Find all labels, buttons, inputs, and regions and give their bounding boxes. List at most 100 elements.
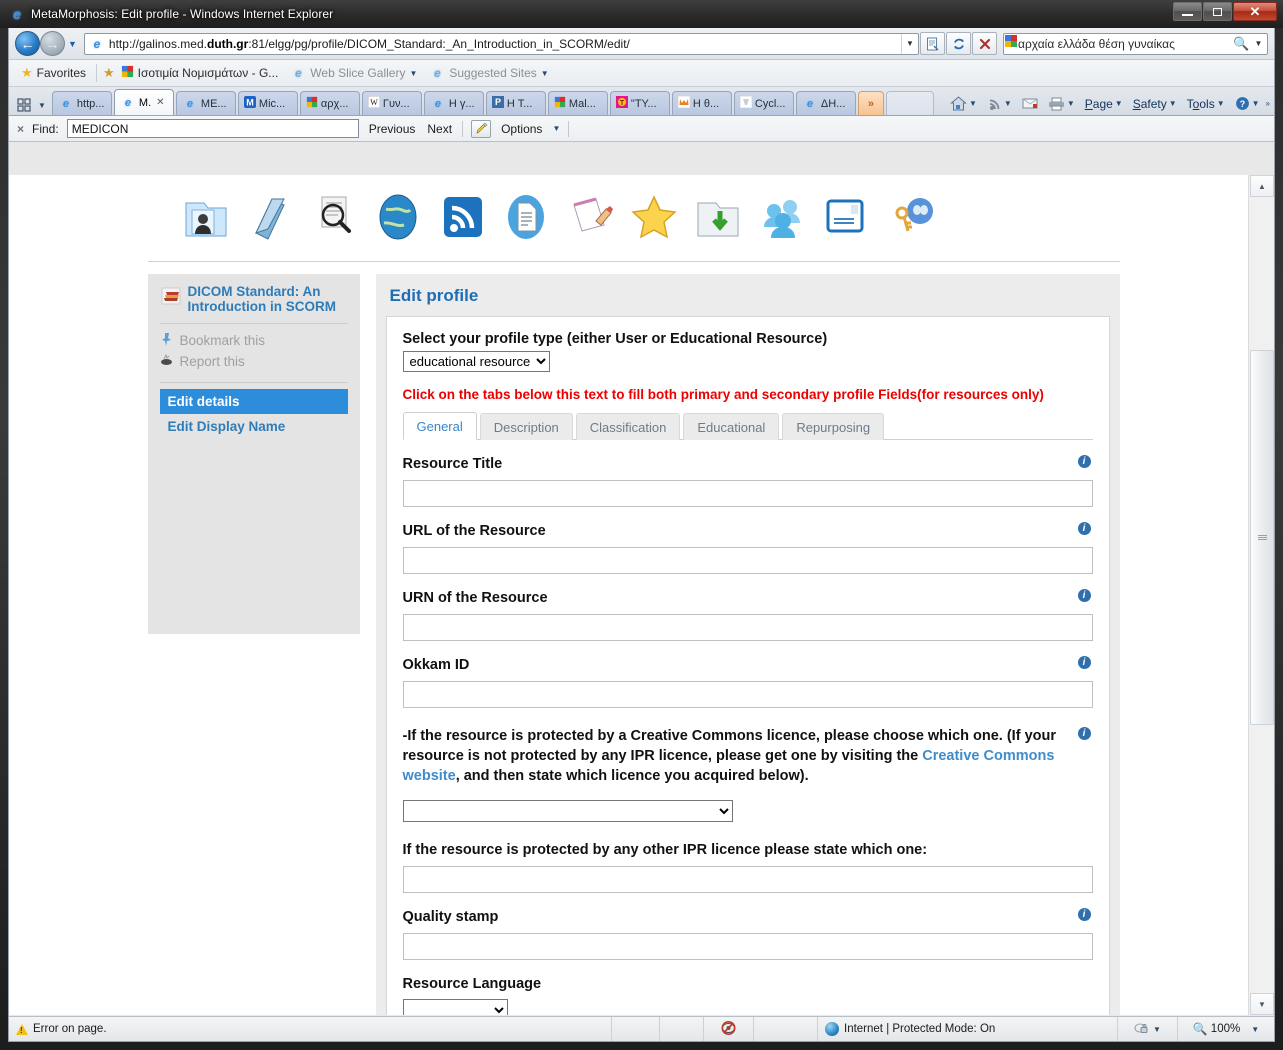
- document-icon[interactable]: [498, 189, 554, 245]
- privacy-cell[interactable]: ▼: [1118, 1017, 1178, 1041]
- tab-http[interactable]: e http...: [51, 91, 112, 115]
- new-tab-button[interactable]: [885, 91, 934, 115]
- report-this-action[interactable]: Report this: [160, 351, 348, 372]
- notepad-pencil-icon[interactable]: [562, 189, 618, 245]
- tab-mic[interactable]: M Mic...: [237, 91, 298, 115]
- favorites-button[interactable]: ★ Favorites: [15, 63, 92, 83]
- find-input[interactable]: MEDICON: [66, 119, 359, 138]
- popup-blocked-cell[interactable]: [704, 1017, 754, 1041]
- tab-metamorphosis[interactable]: e M. ✕: [113, 89, 174, 115]
- tab-me[interactable]: e ME...: [175, 91, 236, 115]
- tab-i-t[interactable]: P Η Τ...: [485, 91, 546, 115]
- find-close-icon[interactable]: ×: [17, 122, 24, 136]
- sidebar-item-edit-details[interactable]: Edit details: [159, 389, 348, 414]
- tab-description[interactable]: Description: [479, 413, 573, 440]
- recent-pages-dropdown-icon[interactable]: ▼: [68, 39, 77, 49]
- forward-button[interactable]: →: [40, 31, 65, 56]
- tab-educational[interactable]: Educational: [683, 413, 780, 440]
- chevron-down-icon[interactable]: ▼: [1251, 1025, 1259, 1034]
- resource-title-input[interactable]: [402, 480, 1093, 507]
- compatibility-view-icon[interactable]: [920, 32, 945, 55]
- tab-general[interactable]: General: [402, 412, 477, 440]
- command-bar-overflow-icon[interactable]: »: [1266, 99, 1270, 108]
- favorites-item-isotimia[interactable]: Ισοτιμία Νομισμάτων - G...: [115, 63, 285, 83]
- minimize-button[interactable]: [1173, 2, 1202, 21]
- creative-commons-select[interactable]: [402, 800, 733, 822]
- stop-button[interactable]: [972, 32, 997, 55]
- chevron-down-icon[interactable]: ▼: [541, 69, 549, 78]
- help-menu-button[interactable]: ? ▼: [1231, 94, 1264, 113]
- globe-icon[interactable]: [370, 189, 426, 245]
- address-bar[interactable]: e http://galinos.med.duth.gr:81/elgg/pg/…: [83, 32, 919, 55]
- info-icon[interactable]: i: [1077, 727, 1091, 740]
- bookmark-this-action[interactable]: Bookmark this: [160, 330, 348, 351]
- find-options-button[interactable]: Options: [499, 122, 544, 136]
- rss-feed-icon[interactable]: [434, 189, 490, 245]
- tab-close-icon[interactable]: ✕: [156, 97, 164, 108]
- chevron-down-icon[interactable]: ▼: [1217, 99, 1225, 108]
- tab-classification[interactable]: Classification: [575, 413, 681, 440]
- chevron-down-icon[interactable]: ▼: [409, 69, 417, 78]
- other-ipr-input[interactable]: [402, 866, 1093, 893]
- close-button[interactable]: ✕: [1233, 2, 1277, 21]
- quality-stamp-input[interactable]: [402, 933, 1093, 960]
- tab-i-g[interactable]: e Η γ...: [423, 91, 484, 115]
- okkam-id-input[interactable]: [402, 681, 1093, 708]
- back-button[interactable]: ←: [15, 31, 40, 56]
- search-magnifier-icon[interactable]: [306, 189, 362, 245]
- security-zone-cell[interactable]: Internet | Protected Mode: On: [818, 1017, 1118, 1041]
- chevron-down-icon[interactable]: ▼: [1004, 99, 1012, 108]
- feeds-button[interactable]: ▼: [983, 95, 1016, 113]
- card-icon[interactable]: [818, 189, 874, 245]
- group-users-icon[interactable]: [754, 189, 810, 245]
- star-icon[interactable]: [626, 189, 682, 245]
- find-next-button[interactable]: Next: [425, 122, 454, 136]
- tab-list-dropdown-icon[interactable]: ▼: [38, 101, 46, 110]
- tools-menu-button[interactable]: Tools ▼: [1183, 95, 1229, 113]
- profile-type-select[interactable]: educational resource: [402, 351, 550, 372]
- info-icon[interactable]: i: [1077, 908, 1091, 921]
- tab-i-th[interactable]: Η θ...: [671, 91, 732, 115]
- chevron-down-icon[interactable]: ▼: [552, 124, 560, 133]
- tab-arx[interactable]: αρχ...: [299, 91, 360, 115]
- info-icon[interactable]: i: [1077, 455, 1091, 468]
- home-button[interactable]: ▼: [946, 94, 981, 113]
- tab-ty[interactable]: T "ΤΥ...: [609, 91, 670, 115]
- profile-folder-icon[interactable]: [178, 189, 234, 245]
- urn-input[interactable]: [402, 614, 1093, 641]
- chevron-down-icon[interactable]: ▼: [1115, 99, 1123, 108]
- search-box[interactable]: αρχαία ελλάδα θέση γυναίκας 🔍 ▼: [1003, 32, 1268, 55]
- info-icon[interactable]: i: [1077, 656, 1091, 669]
- search-input[interactable]: αρχαία ελλάδα θέση γυναίκας: [1018, 37, 1233, 51]
- favorites-item-suggested-sites[interactable]: e Suggested Sites ▼: [423, 63, 554, 83]
- favorites-item-web-slice-gallery[interactable]: e Web Slice Gallery ▼: [284, 63, 423, 83]
- highlight-all-icon[interactable]: [471, 119, 492, 138]
- tab-dh[interactable]: e ΔΗ...: [795, 91, 856, 115]
- chevron-down-icon[interactable]: ▼: [1169, 99, 1177, 108]
- print-button[interactable]: ▼: [1044, 95, 1079, 113]
- tab-repurposing[interactable]: Repurposing: [782, 413, 885, 440]
- info-icon[interactable]: i: [1077, 522, 1091, 535]
- maximize-button[interactable]: [1203, 2, 1232, 21]
- quick-tabs-icon[interactable]: [13, 95, 35, 115]
- page-scrollbar[interactable]: ▲ ▼: [1248, 175, 1274, 1015]
- address-dropdown-icon[interactable]: ▼: [901, 33, 918, 54]
- page-menu-button[interactable]: PPageage ▼: [1081, 95, 1127, 113]
- chevron-down-icon[interactable]: ▼: [969, 99, 977, 108]
- tab-overflow-button[interactable]: »: [857, 91, 884, 115]
- sidebar-item-edit-display-name[interactable]: Edit Display Name: [160, 414, 348, 439]
- scroll-down-button[interactable]: ▼: [1250, 993, 1274, 1015]
- chevron-down-icon[interactable]: ▼: [1153, 1025, 1161, 1034]
- safety-menu-button[interactable]: Safety ▼: [1129, 95, 1181, 113]
- tab-gyn[interactable]: W Γυν...: [361, 91, 422, 115]
- find-previous-button[interactable]: Previous: [367, 122, 418, 136]
- refresh-button[interactable]: [946, 32, 971, 55]
- resource-language-select[interactable]: [402, 999, 508, 1015]
- status-error-cell[interactable]: Error on page.: [9, 1017, 612, 1041]
- chevron-down-icon[interactable]: ▼: [1067, 99, 1075, 108]
- add-to-favorites-icon[interactable]: ★: [103, 65, 115, 81]
- tab-cycl[interactable]: Cycl...: [733, 91, 794, 115]
- book-icon[interactable]: [242, 189, 298, 245]
- search-go-icon[interactable]: 🔍: [1233, 34, 1250, 54]
- zoom-cell[interactable]: 🔍 100% ▼: [1178, 1017, 1274, 1041]
